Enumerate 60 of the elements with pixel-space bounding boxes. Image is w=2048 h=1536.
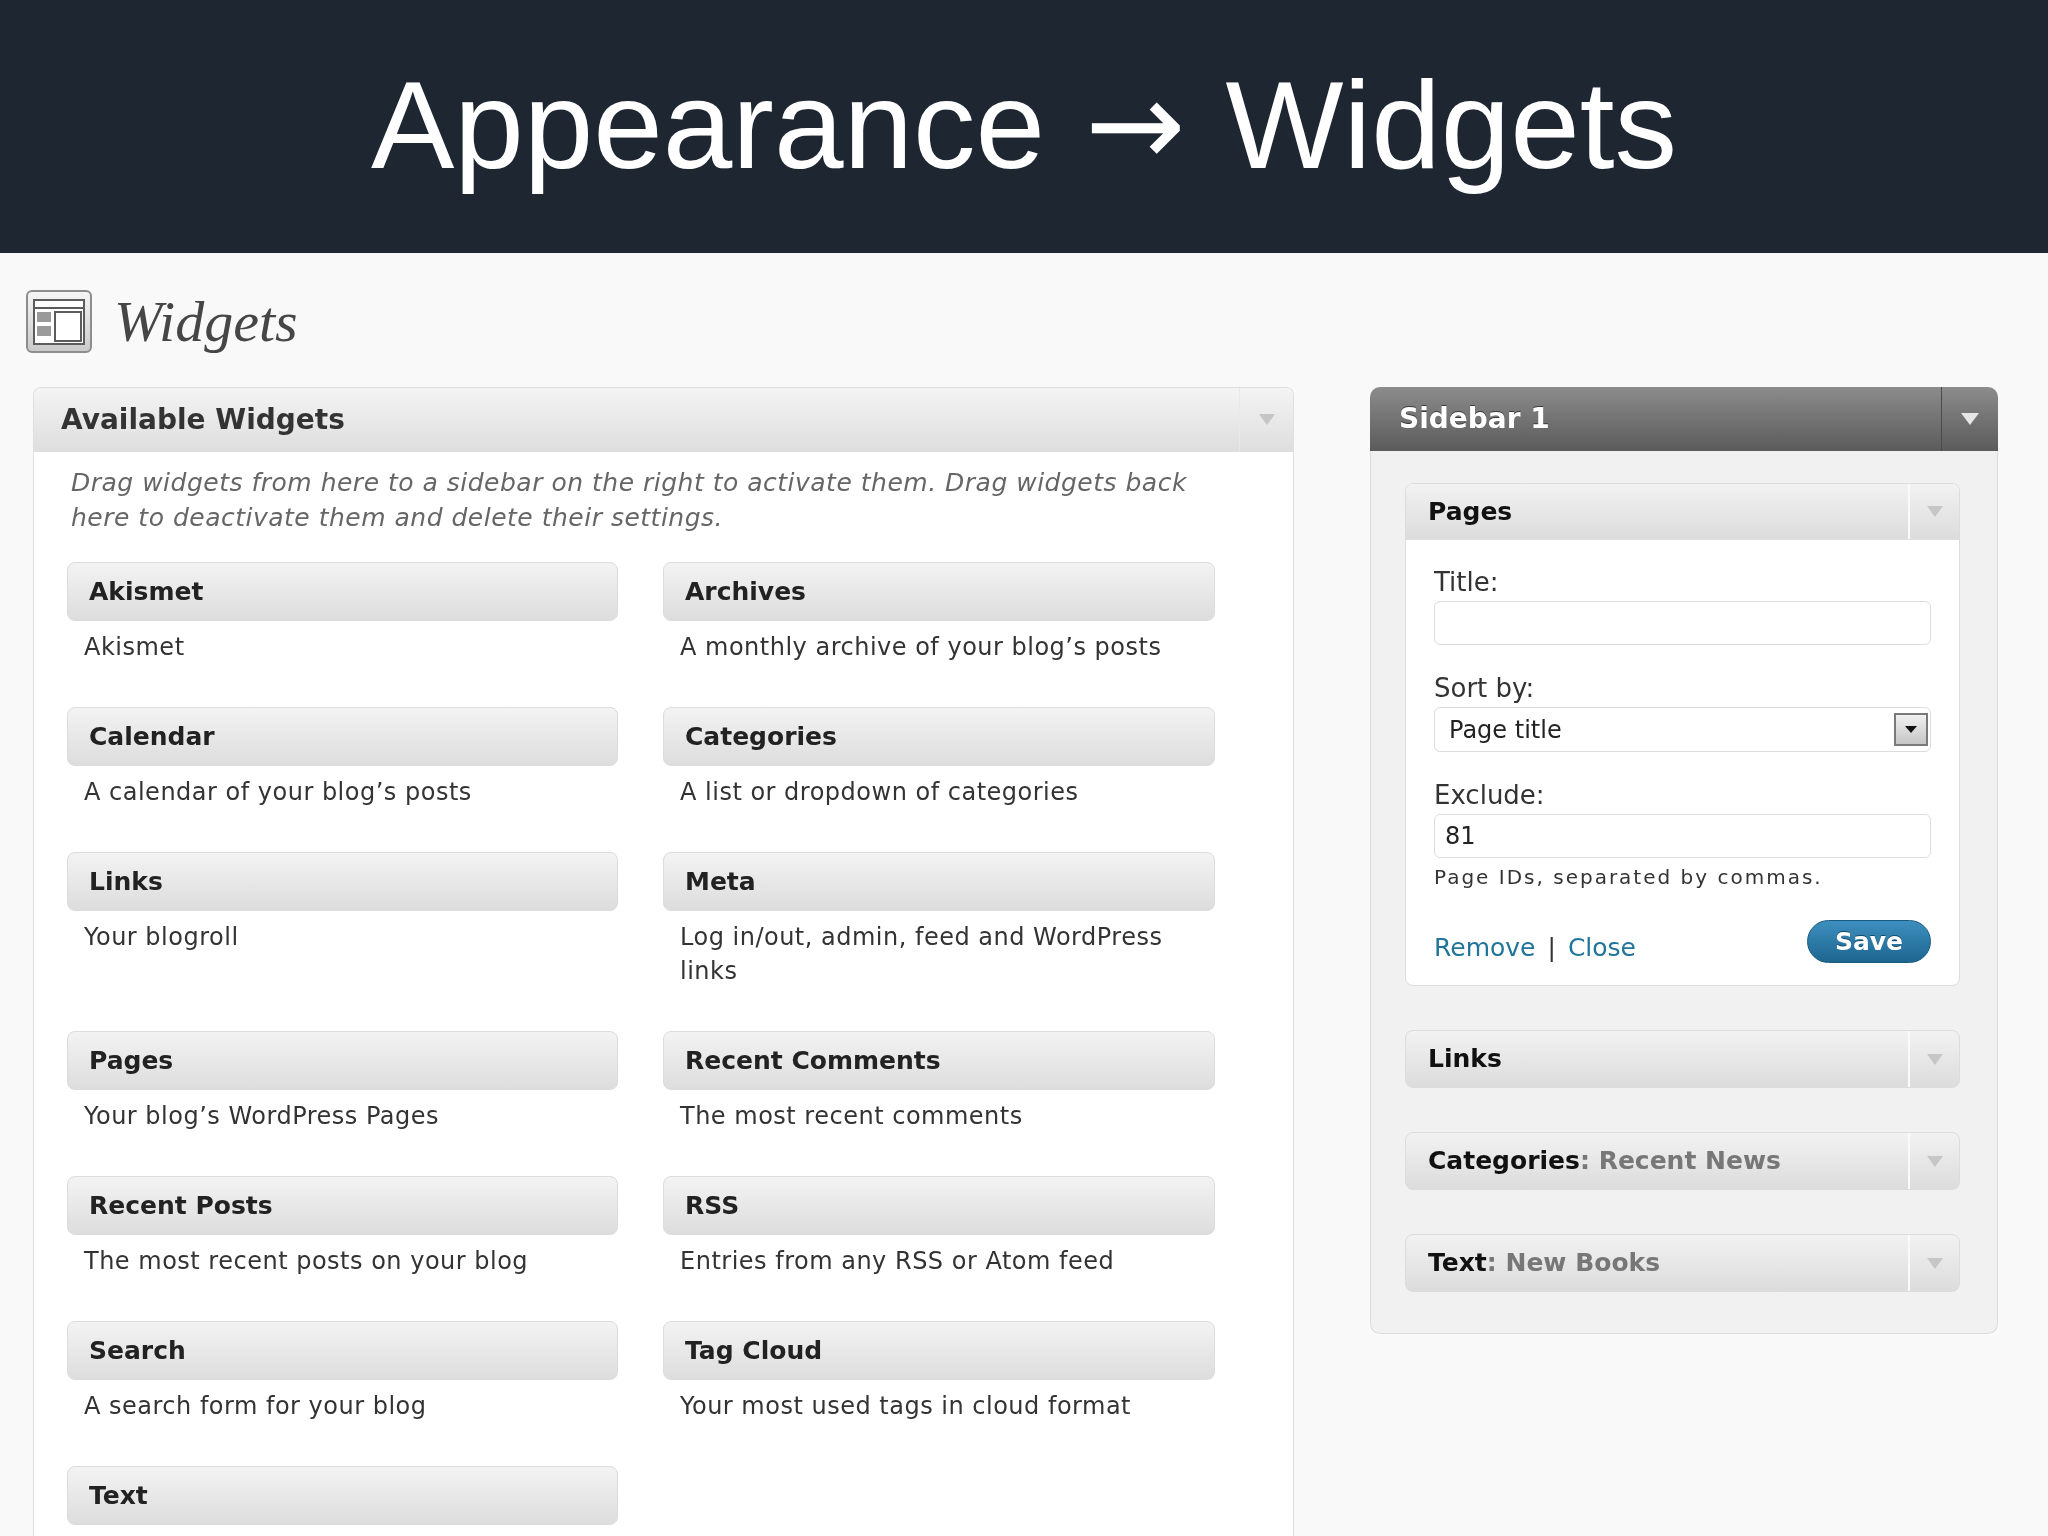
widget-header[interactable]: Categories: Recent News — [1405, 1132, 1960, 1190]
widget-description: A search form for your blog — [83, 1391, 428, 1422]
widget-description: Log in/out, admin, feed and WordPress links — [679, 922, 1164, 987]
widget-handle[interactable]: Links — [67, 852, 618, 911]
action-link[interactable]: Close — [1567, 933, 1636, 963]
widget-handle[interactable]: Calendar — [67, 707, 618, 766]
caret-icon — [1926, 1155, 1943, 1167]
widget-header[interactable]: Pages — [1406, 484, 1959, 540]
field-label: Sort by: — [1434, 672, 1536, 704]
widget-handle[interactable]: Recent Comments — [663, 1031, 1215, 1090]
widget-handle[interactable]: Categories — [663, 707, 1215, 766]
panel-description: Drag widgets from here to a sidebar on the right to activate them. Drag widgets back here to deactivate them and delete their settings. — [70, 467, 1188, 534]
text-field[interactable] — [1434, 601, 1931, 645]
widget-handle[interactable]: Akismet — [67, 562, 618, 621]
breadcrumb-arrow: → — [1085, 53, 1186, 196]
widget-description: The most recent comments — [679, 1101, 1024, 1132]
widget-title: Links — [1428, 1043, 1502, 1076]
section-name: Appearance — [370, 53, 1045, 196]
widget-handle[interactable]: RSS — [663, 1176, 1215, 1235]
widget-subtitle: : Recent News — [1579, 1145, 1781, 1178]
caret-icon — [1926, 506, 1943, 517]
widget-handle[interactable]: Text — [67, 1466, 618, 1525]
page-title: Widgets — [114, 287, 298, 356]
widget-title: Text — [1428, 1247, 1487, 1280]
save-button[interactable]: Save — [1807, 920, 1931, 963]
select-field[interactable]: Page title — [1434, 707, 1931, 752]
field-label: Title: — [1434, 566, 1500, 598]
caret-icon — [1926, 1053, 1943, 1065]
widget-description: Your blogroll — [83, 922, 240, 953]
widget-subtitle: : New Books — [1486, 1247, 1661, 1280]
widget-description: Akismet — [83, 632, 186, 663]
widgets-icon — [26, 290, 92, 353]
widget-title: Pages — [1428, 495, 1513, 528]
caret-icon — [1961, 413, 1979, 425]
text-field[interactable]: 81 — [1434, 814, 1931, 858]
widget-description: Your blog’s WordPress Pages — [83, 1101, 441, 1132]
widget-description: The most recent posts on your blog — [83, 1246, 530, 1277]
field-hint: Page IDs, separated by commas. — [1434, 864, 1824, 890]
action-link[interactable]: Remove — [1434, 933, 1536, 963]
widget-header[interactable]: Text: New Books — [1405, 1234, 1960, 1292]
widget-handle[interactable]: Search — [67, 1321, 618, 1380]
widget-description: Your most used tags in cloud format — [679, 1391, 1132, 1422]
sidebar-title: Sidebar 1 — [1398, 401, 1551, 437]
widget-description: A monthly archive of your blog’s posts — [679, 632, 1163, 663]
caret-icon — [1258, 414, 1275, 425]
widget-header[interactable]: Links — [1405, 1030, 1960, 1088]
widget-handle[interactable]: Meta — [663, 852, 1215, 911]
panel-title: Available Widgets — [60, 401, 346, 438]
widget-handle[interactable]: Pages — [67, 1031, 618, 1090]
field-label: Exclude: — [1434, 779, 1546, 811]
widget-description: Entries from any RSS or Atom feed — [679, 1246, 1116, 1277]
widget-description: A list or dropdown of categories — [679, 777, 1080, 808]
caret-icon — [1926, 1257, 1943, 1269]
current-page-name: Widgets — [1225, 53, 1678, 196]
widget-handle[interactable]: Archives — [663, 562, 1215, 621]
widget-title: Categories — [1428, 1145, 1580, 1178]
widget-handle[interactable]: Tag Cloud — [663, 1321, 1215, 1380]
link-separator: | — [1547, 933, 1556, 963]
widget-handle[interactable]: Recent Posts — [67, 1176, 618, 1235]
widget-description: A calendar of your blog’s posts — [83, 777, 473, 808]
